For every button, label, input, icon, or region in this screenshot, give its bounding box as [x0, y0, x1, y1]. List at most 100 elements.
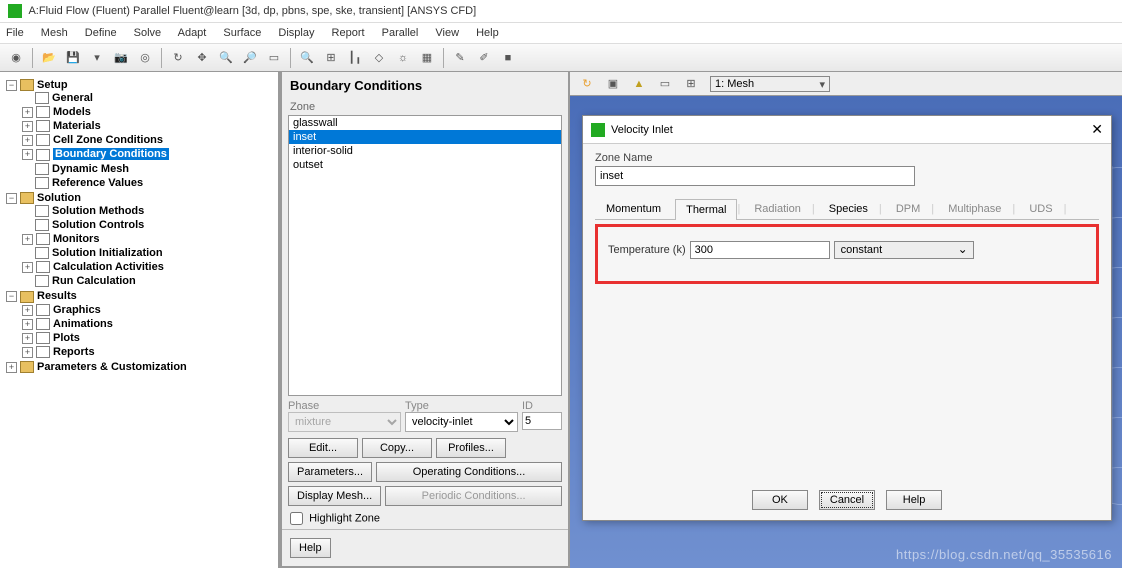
tree-solution[interactable]: Solution — [37, 192, 81, 204]
eraser-icon[interactable]: ✐ — [474, 48, 494, 68]
expand-icon[interactable]: + — [6, 362, 17, 373]
menu-surface[interactable]: Surface — [223, 27, 261, 39]
temperature-mode-select[interactable]: constant — [834, 241, 974, 259]
tree-results[interactable]: Results — [37, 290, 77, 302]
expand-icon[interactable]: − — [6, 291, 17, 302]
profiles-button[interactable]: Profiles... — [436, 438, 506, 458]
expand-icon[interactable]: + — [22, 305, 33, 316]
menu-mesh[interactable]: Mesh — [41, 27, 68, 39]
tree-solution-controls[interactable]: Solution Controls — [52, 219, 144, 231]
menu-define[interactable]: Define — [85, 27, 117, 39]
zoom-in-icon[interactable]: 🔍 — [216, 48, 236, 68]
tree-models[interactable]: Models — [53, 106, 91, 118]
id-field[interactable] — [522, 412, 562, 430]
expand-icon[interactable]: + — [22, 333, 33, 344]
zoom-out-icon[interactable]: 🔎 — [240, 48, 260, 68]
help-button[interactable]: Help — [290, 538, 331, 558]
camera-icon[interactable]: 📷 — [111, 48, 131, 68]
zone-list[interactable]: glasswall inset interior-solid outset — [288, 115, 562, 396]
dialog-titlebar[interactable]: Velocity Inlet ✕ — [583, 116, 1111, 144]
tree-dynamic-mesh[interactable]: Dynamic Mesh — [52, 163, 129, 175]
zone-item[interactable]: interior-solid — [289, 144, 561, 158]
scene-icon[interactable]: ■ — [498, 48, 518, 68]
expand-icon[interactable]: + — [22, 319, 33, 330]
box-zoom-icon[interactable]: ▭ — [264, 48, 284, 68]
edit-button[interactable]: Edit... — [288, 438, 358, 458]
tree-calc-activities[interactable]: Calculation Activities — [53, 261, 164, 273]
expand-icon[interactable]: − — [6, 193, 17, 204]
tab-thermal[interactable]: Thermal — [675, 199, 737, 220]
tab-radiation[interactable]: Radiation — [743, 198, 811, 219]
tree-boundary-conditions[interactable]: Boundary Conditions — [53, 148, 169, 160]
tree-plots[interactable]: Plots — [53, 332, 80, 344]
zone-item-selected[interactable]: inset — [289, 130, 561, 144]
parameters-button[interactable]: Parameters... — [288, 462, 372, 482]
tree-setup[interactable]: Setup — [37, 79, 68, 91]
expand-icon[interactable]: + — [22, 149, 33, 160]
zone-item[interactable]: glasswall — [289, 116, 561, 130]
menu-view[interactable]: View — [435, 27, 459, 39]
outline-tree[interactable]: − Setup General + Models + Materials + Cell … — [0, 72, 280, 568]
expand-icon[interactable]: + — [22, 234, 33, 245]
fit-window-icon[interactable]: ▣ — [603, 74, 623, 94]
menu-display[interactable]: Display — [278, 27, 314, 39]
zone-item[interactable]: outset — [289, 158, 561, 172]
tree-reports[interactable]: Reports — [53, 346, 95, 358]
open-icon[interactable]: 📂 — [39, 48, 59, 68]
tab-dpm[interactable]: DPM — [885, 198, 931, 219]
tree-run-calc[interactable]: Run Calculation — [52, 275, 136, 287]
zoom-fit-icon[interactable]: 🔍 — [297, 48, 317, 68]
type-select[interactable]: velocity-inlet — [405, 412, 518, 432]
tree-general[interactable]: General — [52, 92, 93, 104]
ok-button[interactable]: OK — [752, 490, 808, 510]
pan-icon[interactable]: ✥ — [192, 48, 212, 68]
arrange-icon[interactable]: ⊞ — [681, 74, 701, 94]
expand-icon[interactable]: + — [22, 107, 33, 118]
copy-button[interactable]: Copy... — [362, 438, 432, 458]
expand-icon[interactable]: + — [22, 121, 33, 132]
save-icon[interactable]: 💾 — [63, 48, 83, 68]
tree-sol-init[interactable]: Solution Initialization — [52, 247, 163, 259]
refresh-icon[interactable]: ↻ — [577, 74, 597, 94]
tree-params[interactable]: Parameters & Customization — [37, 361, 187, 373]
lights-icon[interactable]: ☼ — [393, 48, 413, 68]
highlight-zone-checkbox[interactable] — [290, 512, 303, 525]
expand-icon[interactable]: + — [22, 347, 33, 358]
tree-reference-values[interactable]: Reference Values — [52, 177, 143, 189]
temperature-input[interactable] — [690, 241, 830, 259]
menu-report[interactable]: Report — [332, 27, 365, 39]
expand-icon[interactable]: + — [22, 135, 33, 146]
views-icon[interactable]: ▦ — [417, 48, 437, 68]
cancel-button[interactable]: Cancel — [819, 490, 875, 510]
tree-animations[interactable]: Animations — [53, 318, 113, 330]
tree-cellzone[interactable]: Cell Zone Conditions — [53, 134, 163, 146]
zone-name-input[interactable] — [595, 166, 915, 186]
display-mesh-button[interactable]: Display Mesh... — [288, 486, 381, 506]
write-icon[interactable]: ▾ — [87, 48, 107, 68]
close-icon[interactable]: ✕ — [1091, 121, 1103, 138]
target-icon[interactable]: ◎ — [135, 48, 155, 68]
probe-icon[interactable]: ◇ — [369, 48, 389, 68]
menu-parallel[interactable]: Parallel — [382, 27, 419, 39]
annot-icon[interactable]: ✎ — [450, 48, 470, 68]
tab-species[interactable]: Species — [818, 198, 879, 219]
tab-multiphase[interactable]: Multiphase — [937, 198, 1012, 219]
rotate-icon[interactable]: ↻ — [168, 48, 188, 68]
menu-adapt[interactable]: Adapt — [178, 27, 207, 39]
tab-uds[interactable]: UDS — [1018, 198, 1063, 219]
tree-solution-methods[interactable]: Solution Methods — [52, 205, 144, 217]
expand-icon[interactable]: − — [6, 80, 17, 91]
mesh-window-select[interactable]: 1: Mesh — [710, 76, 830, 92]
ansys-icon[interactable]: ▲ — [629, 74, 649, 94]
expand-icon[interactable]: + — [22, 262, 33, 273]
tree-graphics[interactable]: Graphics — [53, 304, 101, 316]
tab-momentum[interactable]: Momentum — [595, 198, 672, 219]
exec-icon[interactable]: ▭ — [655, 74, 675, 94]
tree-materials[interactable]: Materials — [53, 120, 101, 132]
globe-icon[interactable]: ◉ — [6, 48, 26, 68]
menu-solve[interactable]: Solve — [134, 27, 162, 39]
tree-monitors[interactable]: Monitors — [53, 233, 99, 245]
menu-file[interactable]: File — [6, 27, 24, 39]
menu-help[interactable]: Help — [476, 27, 499, 39]
operating-conditions-button[interactable]: Operating Conditions... — [376, 462, 562, 482]
